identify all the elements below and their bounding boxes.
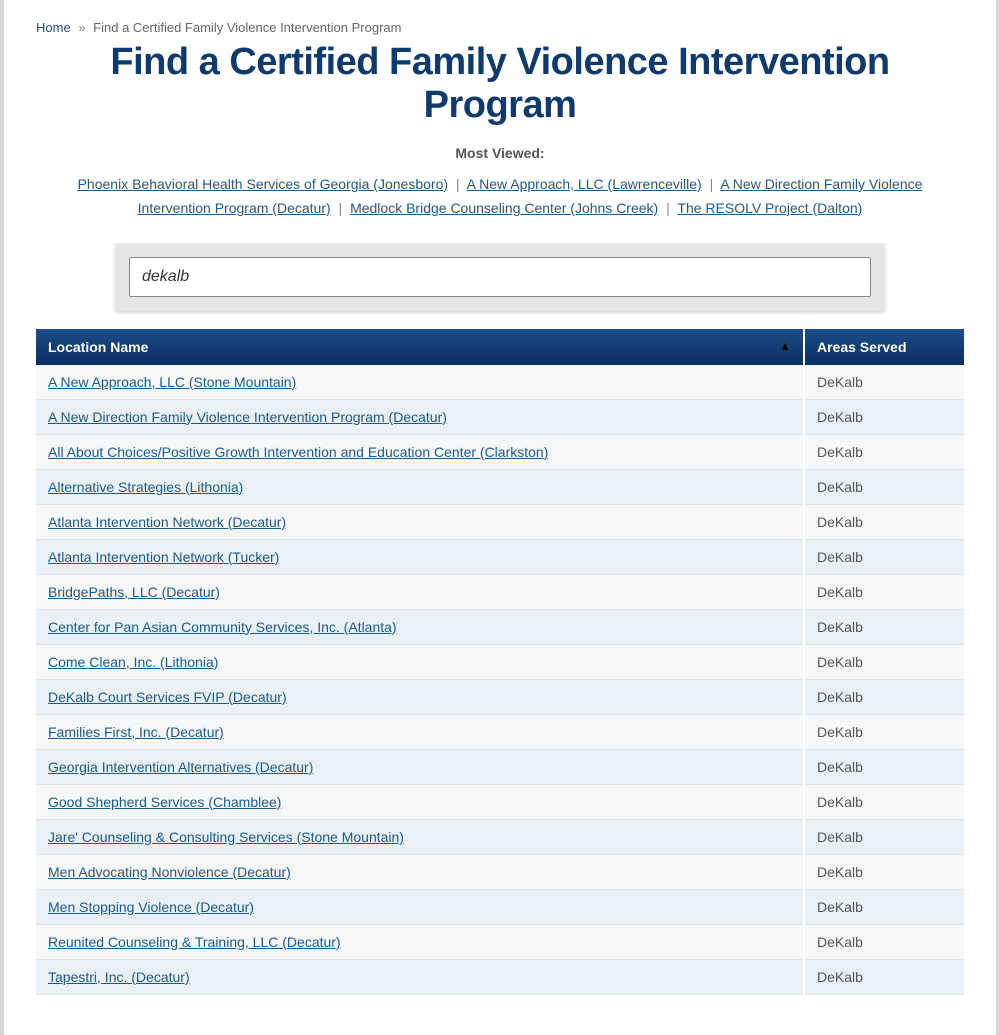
location-link[interactable]: BridgePaths, LLC (Decatur) — [48, 584, 220, 600]
table-row: Atlanta Intervention Network (Tucker) DeK… — [36, 539, 964, 574]
location-link[interactable]: A New Approach, LLC (Stone Mountain) — [48, 374, 296, 390]
cell-location-name: Jare' Counseling & Consulting Services (… — [36, 819, 804, 854]
location-link[interactable]: Tapestri, Inc. (Decatur) — [48, 969, 190, 985]
table-row: Jare' Counseling & Consulting Services (… — [36, 819, 964, 854]
most-viewed-link[interactable]: The RESOLV Project (Dalton) — [677, 200, 862, 216]
cell-location-name: Center for Pan Asian Community Services,… — [36, 609, 804, 644]
cell-areas-served: DeKalb — [804, 889, 964, 924]
location-link[interactable]: DeKalb Court Services FVIP (Decatur) — [48, 689, 287, 705]
most-viewed-label: Most Viewed: — [36, 145, 964, 161]
results-table: Location Name ▲ Areas Served A New Appro… — [36, 329, 964, 995]
table-row: BridgePaths, LLC (Decatur) DeKalb — [36, 574, 964, 609]
cell-areas-served: DeKalb — [804, 399, 964, 434]
page-title: Find a Certified Family Violence Interve… — [36, 41, 964, 127]
location-link[interactable]: Men Advocating Nonviolence (Decatur) — [48, 864, 291, 880]
cell-location-name: Men Stopping Violence (Decatur) — [36, 889, 804, 924]
cell-areas-served: DeKalb — [804, 924, 964, 959]
location-link[interactable]: Reunited Counseling & Training, LLC (Dec… — [48, 934, 341, 950]
cell-areas-served: DeKalb — [804, 539, 964, 574]
cell-areas-served: DeKalb — [804, 959, 964, 994]
cell-location-name: Georgia Intervention Alternatives (Decat… — [36, 749, 804, 784]
location-link[interactable]: Alternative Strategies (Lithonia) — [48, 479, 243, 495]
table-row: Reunited Counseling & Training, LLC (Dec… — [36, 924, 964, 959]
table-row: Tapestri, Inc. (Decatur) DeKalb — [36, 959, 964, 994]
cell-areas-served: DeKalb — [804, 434, 964, 469]
table-row: Center for Pan Asian Community Services,… — [36, 609, 964, 644]
table-row: Come Clean, Inc. (Lithonia) DeKalb — [36, 644, 964, 679]
location-link[interactable]: Atlanta Intervention Network (Tucker) — [48, 549, 279, 565]
table-body: A New Approach, LLC (Stone Mountain) DeKa… — [36, 365, 964, 995]
column-header-location-name[interactable]: Location Name ▲ — [36, 329, 804, 365]
most-viewed-links: Phoenix Behavioral Health Services of Ge… — [60, 173, 940, 221]
breadcrumb: Home » Find a Certified Family Violence … — [36, 20, 964, 35]
table-row: Alternative Strategies (Lithonia) DeKalb — [36, 469, 964, 504]
cell-areas-served: DeKalb — [804, 504, 964, 539]
page: Home » Find a Certified Family Violence … — [0, 0, 1000, 1035]
cell-location-name: Men Advocating Nonviolence (Decatur) — [36, 854, 804, 889]
location-link[interactable]: Families First, Inc. (Decatur) — [48, 724, 224, 740]
cell-areas-served: DeKalb — [804, 365, 964, 400]
location-link[interactable]: Good Shepherd Services (Chamblee) — [48, 794, 281, 810]
cell-location-name: Good Shepherd Services (Chamblee) — [36, 784, 804, 819]
cell-areas-served: DeKalb — [804, 644, 964, 679]
cell-location-name: A New Approach, LLC (Stone Mountain) — [36, 365, 804, 400]
cell-location-name: Alternative Strategies (Lithonia) — [36, 469, 804, 504]
location-link[interactable]: Center for Pan Asian Community Services,… — [48, 619, 397, 635]
cell-areas-served: DeKalb — [804, 574, 964, 609]
table-header: Location Name ▲ Areas Served — [36, 329, 964, 365]
most-viewed-link[interactable]: Phoenix Behavioral Health Services of Ge… — [78, 176, 448, 192]
location-link[interactable]: Come Clean, Inc. (Lithonia) — [48, 654, 218, 670]
table-row: All About Choices/Positive Growth Interv… — [36, 434, 964, 469]
separator: | — [666, 200, 670, 216]
cell-areas-served: DeKalb — [804, 469, 964, 504]
table-row: DeKalb Court Services FVIP (Decatur) DeKa… — [36, 679, 964, 714]
location-link[interactable]: Atlanta Intervention Network (Decatur) — [48, 514, 286, 530]
location-link[interactable]: A New Direction Family Violence Interven… — [48, 409, 447, 425]
column-header-label: Location Name — [48, 339, 148, 355]
table-row: Men Stopping Violence (Decatur) DeKalb — [36, 889, 964, 924]
table-row: Good Shepherd Services (Chamblee) DeKalb — [36, 784, 964, 819]
cell-areas-served: DeKalb — [804, 819, 964, 854]
cell-location-name: All About Choices/Positive Growth Interv… — [36, 434, 804, 469]
most-viewed-link[interactable]: Medlock Bridge Counseling Center (Johns … — [350, 200, 658, 216]
cell-areas-served: DeKalb — [804, 749, 964, 784]
separator: | — [710, 176, 714, 192]
content-area: Home » Find a Certified Family Violence … — [4, 0, 996, 1035]
cell-location-name: A New Direction Family Violence Interven… — [36, 399, 804, 434]
separator: | — [339, 200, 343, 216]
most-viewed-link[interactable]: A New Approach, LLC (Lawrenceville) — [467, 176, 702, 192]
cell-areas-served: DeKalb — [804, 679, 964, 714]
cell-location-name: Atlanta Intervention Network (Tucker) — [36, 539, 804, 574]
cell-areas-served: DeKalb — [804, 714, 964, 749]
separator: | — [456, 176, 460, 192]
cell-location-name: Tapestri, Inc. (Decatur) — [36, 959, 804, 994]
breadcrumb-home-link[interactable]: Home — [36, 20, 71, 35]
table-row: Georgia Intervention Alternatives (Decat… — [36, 749, 964, 784]
sort-asc-icon: ▲ — [779, 339, 791, 353]
table-row: Families First, Inc. (Decatur) DeKalb — [36, 714, 964, 749]
location-link[interactable]: Men Stopping Violence (Decatur) — [48, 899, 254, 915]
breadcrumb-separator: » — [78, 20, 85, 35]
breadcrumb-current: Find a Certified Family Violence Interve… — [93, 20, 401, 35]
table-row: Men Advocating Nonviolence (Decatur) DeKa… — [36, 854, 964, 889]
table-row: A New Approach, LLC (Stone Mountain) DeKa… — [36, 365, 964, 400]
cell-location-name: Reunited Counseling & Training, LLC (Dec… — [36, 924, 804, 959]
location-link[interactable]: Georgia Intervention Alternatives (Decat… — [48, 759, 313, 775]
search-input[interactable] — [129, 257, 871, 297]
column-header-areas-served[interactable]: Areas Served — [804, 329, 964, 365]
cell-location-name: BridgePaths, LLC (Decatur) — [36, 574, 804, 609]
column-header-label: Areas Served — [817, 339, 907, 355]
search-box — [115, 243, 885, 311]
cell-areas-served: DeKalb — [804, 609, 964, 644]
cell-areas-served: DeKalb — [804, 784, 964, 819]
table-row: A New Direction Family Violence Interven… — [36, 399, 964, 434]
cell-location-name: Families First, Inc. (Decatur) — [36, 714, 804, 749]
table-row: Atlanta Intervention Network (Decatur) De… — [36, 504, 964, 539]
cell-location-name: DeKalb Court Services FVIP (Decatur) — [36, 679, 804, 714]
cell-location-name: Atlanta Intervention Network (Decatur) — [36, 504, 804, 539]
location-link[interactable]: All About Choices/Positive Growth Interv… — [48, 444, 548, 460]
cell-location-name: Come Clean, Inc. (Lithonia) — [36, 644, 804, 679]
cell-areas-served: DeKalb — [804, 854, 964, 889]
location-link[interactable]: Jare' Counseling & Consulting Services (… — [48, 829, 404, 845]
